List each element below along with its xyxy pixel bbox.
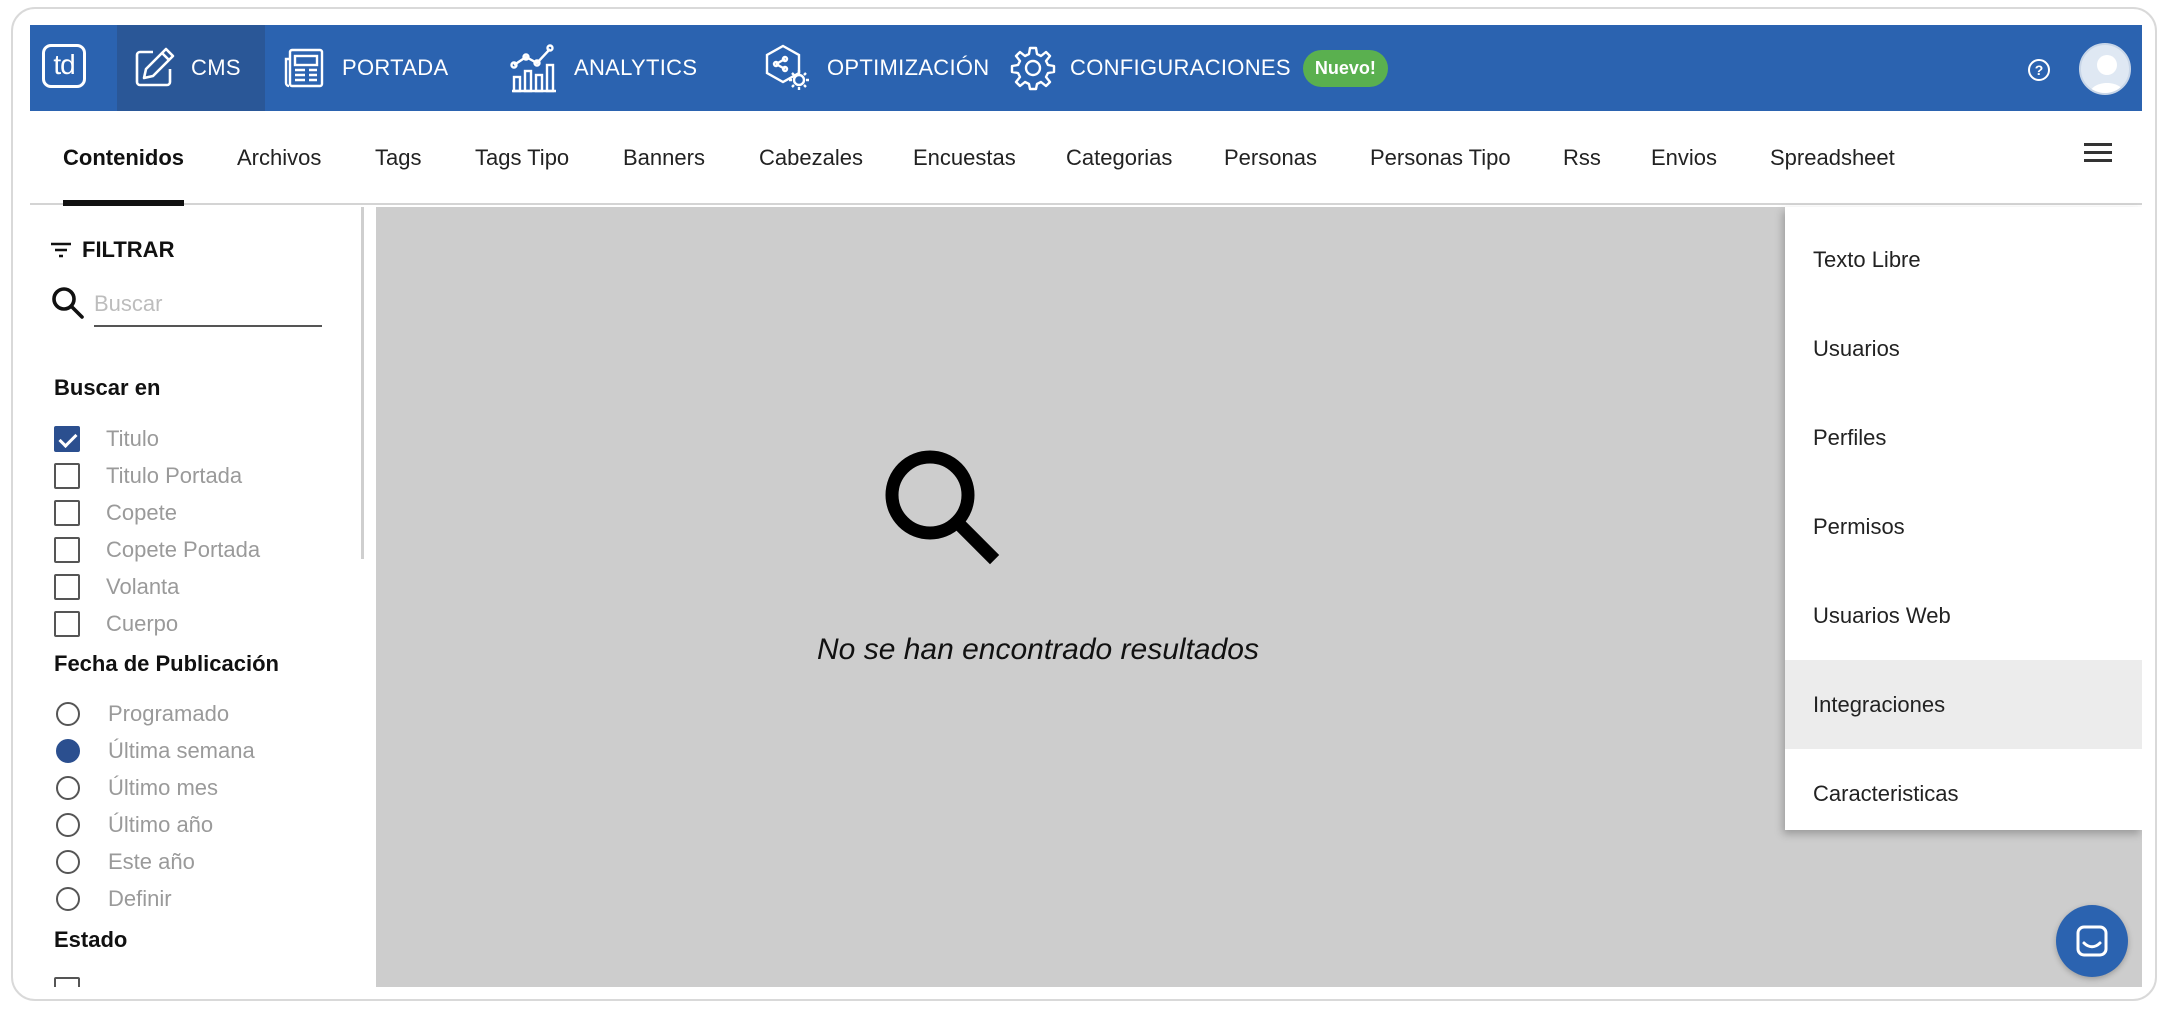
- radio-este-ano[interactable]: Este año: [54, 847, 195, 877]
- newspaper-icon: [284, 48, 324, 88]
- search-icon: [52, 287, 84, 319]
- radio-definir[interactable]: Definir: [54, 884, 172, 914]
- menu-item-usuarios[interactable]: Usuarios: [1785, 304, 2142, 393]
- sidebar-scrollbar[interactable]: [361, 207, 364, 559]
- radio-programado[interactable]: Programado: [54, 699, 229, 729]
- tab-envios[interactable]: Envios: [1651, 111, 1717, 205]
- tab-archivos[interactable]: Archivos: [237, 111, 321, 205]
- user-icon: [2089, 55, 2125, 93]
- radio-circle[interactable]: [56, 813, 80, 837]
- tab-rss[interactable]: Rss: [1563, 111, 1601, 205]
- checkbox-titulo[interactable]: Titulo: [54, 424, 159, 454]
- optimization-icon: [765, 44, 809, 90]
- filter-title[interactable]: FILTRAR: [50, 237, 174, 263]
- chat-icon: [2076, 925, 2108, 957]
- checkbox-label: Titulo: [106, 426, 159, 451]
- nav-analytics-label: ANALYTICS: [574, 55, 698, 80]
- empty-state-message: No se han encontrado resultados: [817, 633, 1259, 666]
- checkbox-box[interactable]: [54, 500, 80, 526]
- radio-circle[interactable]: [56, 739, 80, 763]
- nav-cms-label: CMS: [191, 55, 241, 80]
- tab-encuestas[interactable]: Encuestas: [913, 111, 1016, 205]
- fecha-title: Fecha de Publicación: [54, 651, 279, 676]
- menu-item-caracteristicas[interactable]: Caracteristicas: [1785, 749, 2142, 838]
- checkbox-volanta[interactable]: Volanta: [54, 572, 179, 602]
- filter-title-label: FILTRAR: [82, 237, 175, 262]
- menu-item-usuarios-web[interactable]: Usuarios Web: [1785, 571, 2142, 660]
- estado-title: Estado: [54, 927, 128, 952]
- nav-optimizacion[interactable]: OPTIMIZACIÓN: [761, 25, 990, 111]
- radio-ultimo-mes[interactable]: Último mes: [54, 773, 218, 803]
- app: td CMS PORTADA ANALYTICS OPTIMIZACIÓN CO…: [30, 25, 2142, 987]
- radio-label: Definir: [108, 886, 172, 911]
- search-input[interactable]: [94, 283, 322, 327]
- window-frame: td CMS PORTADA ANALYTICS OPTIMIZACIÓN CO…: [11, 7, 2157, 1001]
- checkbox-estado-partial[interactable]: [54, 975, 106, 987]
- gear-icon: [1010, 46, 1056, 91]
- checkbox-label: Cuerpo: [106, 611, 179, 636]
- menu-item-perfiles[interactable]: Perfiles: [1785, 393, 2142, 482]
- radio-label: Última semana: [108, 738, 255, 763]
- config-dropdown-menu: Texto Libre Usuarios Perfiles Permisos U…: [1785, 207, 2142, 830]
- nav-optimizacion-label: OPTIMIZACIÓN: [827, 55, 990, 80]
- radio-label: Último año: [108, 812, 214, 837]
- nav-analytics[interactable]: ANALYTICS: [506, 25, 697, 111]
- checkbox-titulo-portada[interactable]: Titulo Portada: [54, 461, 242, 491]
- checkbox-box[interactable]: [54, 463, 80, 489]
- radio-circle[interactable]: [56, 887, 80, 911]
- radio-ultimo-ano[interactable]: Último año: [54, 810, 213, 840]
- search-box: [50, 277, 350, 331]
- checkbox-label: Copete Portada: [106, 537, 261, 562]
- checkbox-box[interactable]: [54, 611, 80, 637]
- radio-label: Este año: [108, 849, 195, 874]
- checkbox-label: Copete: [106, 500, 177, 525]
- radio-circle[interactable]: [56, 850, 80, 874]
- tab-categorias[interactable]: Categorias: [1066, 111, 1172, 205]
- radio-circle[interactable]: [56, 776, 80, 800]
- pencil-icon: [135, 47, 175, 87]
- buscar-en-title: Buscar en: [54, 375, 161, 400]
- top-navigation-bar: td CMS PORTADA ANALYTICS OPTIMIZACIÓN CO…: [30, 25, 2142, 111]
- bar-chart-icon: [510, 44, 556, 93]
- nav-configuraciones-label: CONFIGURACIONES: [1070, 55, 1291, 80]
- help-icon[interactable]: ?: [2028, 59, 2050, 81]
- tab-spreadsheet[interactable]: Spreadsheet: [1770, 111, 1895, 205]
- search-icon: [885, 450, 1000, 565]
- menu-item-permisos[interactable]: Permisos: [1785, 482, 2142, 571]
- radio-label: Programado: [108, 701, 230, 726]
- tab-tags[interactable]: Tags: [375, 111, 421, 205]
- checkbox-box[interactable]: [54, 537, 80, 563]
- checkbox-box[interactable]: [54, 426, 80, 452]
- checkbox-label: Titulo Portada: [106, 463, 243, 488]
- radio-ultima-semana[interactable]: Última semana: [54, 736, 255, 766]
- section-tabs: Contenidos Archivos Tags Tags Tipo Banne…: [30, 111, 2142, 206]
- avatar[interactable]: [2079, 43, 2131, 95]
- nav-portada-label: PORTADA: [342, 55, 449, 80]
- radio-label: Último mes: [108, 775, 219, 800]
- nav-portada[interactable]: PORTADA: [282, 25, 448, 111]
- menu-icon[interactable]: [2084, 143, 2112, 163]
- tab-personas-tipo[interactable]: Personas Tipo: [1370, 111, 1511, 205]
- tab-tags-tipo[interactable]: Tags Tipo: [475, 111, 569, 205]
- checkbox-box[interactable]: [54, 574, 80, 600]
- menu-item-texto-libre[interactable]: Texto Libre: [1785, 215, 2142, 304]
- chat-button[interactable]: [2056, 905, 2128, 977]
- tab-personas[interactable]: Personas: [1224, 111, 1317, 205]
- nav-configuraciones[interactable]: CONFIGURACIONES Nuevo!: [1010, 25, 1388, 111]
- tab-banners[interactable]: Banners: [623, 111, 705, 205]
- checkbox-copete-portada[interactable]: Copete Portada: [54, 535, 260, 565]
- filter-icon: [51, 242, 71, 258]
- checkbox-label: Volanta: [106, 574, 180, 599]
- nav-cms[interactable]: CMS: [117, 25, 265, 111]
- logo[interactable]: td: [42, 44, 86, 88]
- tab-cabezales[interactable]: Cabezales: [759, 111, 863, 205]
- tab-contenidos[interactable]: Contenidos: [63, 111, 184, 206]
- filter-sidebar: FILTRAR Buscar en Titulo Titulo Portada …: [30, 207, 364, 987]
- radio-circle[interactable]: [56, 702, 80, 726]
- menu-item-integraciones[interactable]: Integraciones: [1785, 660, 2142, 749]
- checkbox-copete[interactable]: Copete: [54, 498, 177, 528]
- checkbox-cuerpo[interactable]: Cuerpo: [54, 609, 178, 639]
- checkbox-box[interactable]: [54, 977, 80, 987]
- new-badge: Nuevo!: [1302, 49, 1388, 87]
